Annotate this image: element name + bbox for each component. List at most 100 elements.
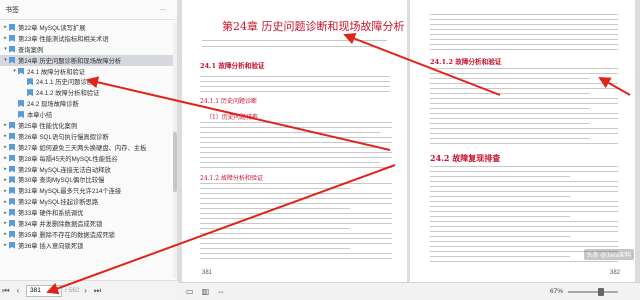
text-line — [430, 236, 570, 238]
chevron-right-icon[interactable]: ▸ — [2, 242, 9, 248]
bookmark-icon — [9, 23, 15, 31]
bookmark-label: 第24章 历史问题诊断和现场故障分析 — [18, 57, 122, 65]
text-line — [430, 216, 570, 218]
more-options-icon[interactable]: ... — [160, 5, 166, 12]
bookmark-item[interactable]: ▸ 第26章 SQL语句执行慢真假诊断 — [0, 131, 178, 142]
bookmark-icon — [9, 132, 15, 140]
text-line — [200, 132, 380, 134]
chapter-title: 第24章 历史问题诊断和现场故障分析 — [222, 20, 405, 33]
bookmark-item[interactable]: ▸ 第31章 MySQL最多只允许214个连接 — [0, 185, 178, 196]
bookmark-item[interactable]: ▸ 第28章 每隔45天的MySQL性能低谷 — [0, 153, 178, 164]
bookmark-item[interactable]: ▸ 第29章 MySQL连接无法自动释放 — [0, 164, 178, 175]
bookmark-label: 第25章 性能优化案例 — [18, 122, 78, 130]
last-page-icon[interactable]: ⏭ — [91, 286, 103, 296]
bookmark-item[interactable]: 24.1.2 故障分析和验证 — [0, 87, 178, 98]
chevron-down-icon[interactable]: ▾ — [2, 57, 9, 63]
text-line — [202, 46, 372, 48]
bookmark-label: 24.1.2 故障分析和验证 — [36, 90, 100, 98]
section-heading: 24.1.2 故障分析和验证 — [430, 58, 502, 66]
page-number-input[interactable]: 381 — [26, 284, 62, 297]
chevron-right-icon[interactable]: ▸ — [2, 231, 9, 237]
text-line — [430, 103, 618, 105]
sidebar-scroll-thumb[interactable] — [173, 132, 177, 192]
text-line — [200, 258, 392, 260]
bookmark-item[interactable]: ▸ 第36章 插入意向锁死锁 — [0, 240, 178, 251]
bookmark-item[interactable]: 24.1.1 历史问题诊断 — [0, 76, 178, 87]
single-page-icon[interactable]: ▭ — [186, 287, 194, 296]
text-line — [430, 191, 618, 193]
bookmark-item[interactable]: ▾ 第24章 历史问题诊断和现场故障分析 — [0, 54, 178, 66]
bookmark-header: 书签 ... — [0, 0, 177, 20]
bookmark-icon — [9, 176, 15, 184]
chevron-right-icon[interactable]: ▸ — [2, 155, 9, 161]
chevron-right-icon[interactable]: ▸ — [2, 35, 9, 41]
chevron-right-icon[interactable]: ▸ — [2, 24, 9, 30]
subsection-heading: 24.1.2 故障分析和验证 — [200, 175, 263, 182]
bookmark-item[interactable]: ▸ 第22章 MySQL读写扩展 — [0, 22, 178, 33]
chevron-right-icon[interactable]: ▸ — [2, 144, 9, 150]
chevron-right-icon[interactable]: ▸ — [2, 188, 9, 194]
bookmark-item[interactable]: ▸ 第23章 性能测试指标和相关术语 — [0, 33, 178, 44]
chevron-right-icon[interactable]: ▸ — [2, 199, 9, 205]
bookmark-item[interactable]: ▸ 第34章 并发删除数据造成死锁 — [0, 218, 178, 229]
page-total: / 562 — [65, 287, 80, 294]
bookmark-icon — [9, 143, 15, 151]
bookmark-icon — [9, 230, 15, 238]
chevron-down-icon[interactable]: ▾ — [11, 68, 18, 74]
bookmark-label: 第36章 插入意向锁死锁 — [18, 242, 84, 250]
document-view[interactable]: 第24章 历史问题诊断和现场故障分析 24.1 故障分析和验证 24.1.1 历… — [178, 0, 640, 282]
chevron-right-icon[interactable]: ▸ — [2, 177, 9, 183]
text-line — [430, 24, 618, 26]
text-line — [430, 88, 618, 90]
chevron-right-icon[interactable]: ▸ — [2, 220, 9, 226]
bookmark-item[interactable]: 本章小结 — [0, 109, 178, 120]
chevron-right-icon[interactable]: ▸ — [2, 166, 9, 172]
bookmark-item[interactable]: ▸ 第27章 如何避免三天两头换硬盘、内存、主板 — [0, 142, 178, 153]
bookmark-label: 第28章 每隔45天的MySQL性能低谷 — [18, 155, 118, 163]
text-line — [200, 137, 392, 139]
bookmark-label: 第27章 如何避免三天两头换硬盘、内存、主板 — [18, 144, 147, 152]
bookmark-label: 第30章 查询MySQL偶尔比较慢 — [18, 177, 105, 185]
bookmark-label: 第32章 MySQL挂起诊断思路 — [18, 199, 99, 207]
prev-page-icon[interactable]: ‹ — [12, 286, 24, 295]
bookmark-item[interactable]: ▾ 查询案例 — [0, 44, 178, 55]
bookmark-label: 第33章 硬件和系统调优 — [18, 210, 84, 218]
text-line — [430, 221, 618, 223]
bookmark-title: 书签 — [5, 6, 19, 14]
bookmark-icon — [9, 209, 15, 217]
bookmark-item[interactable]: ▸ 第30章 查询MySQL偶尔比较慢 — [0, 174, 178, 185]
next-page-icon[interactable]: › — [79, 286, 91, 295]
first-page-icon[interactable]: ⏮ — [0, 286, 12, 296]
fit-width-icon[interactable]: ⇔ — [217, 287, 225, 296]
bookmark-item[interactable]: ▸ 第33章 硬件和系统调优 — [0, 207, 178, 218]
zoom-level[interactable]: 67% — [550, 288, 563, 295]
text-line — [430, 241, 618, 243]
bookmark-item[interactable]: ▸ 第25章 性能优化案例 — [0, 120, 178, 131]
text-line — [200, 157, 392, 159]
text-line — [430, 166, 618, 168]
text-line — [200, 76, 390, 78]
text-line — [200, 127, 392, 129]
sidebar-scrollbar[interactable] — [173, 22, 177, 278]
zoom-slider[interactable] — [568, 291, 618, 293]
chevron-right-icon[interactable]: ▸ — [2, 122, 9, 128]
bookmark-item[interactable]: ▾ 24.1 故障分析和验证 — [0, 66, 178, 77]
page-number: 381 — [202, 270, 213, 276]
text-line — [200, 167, 392, 169]
chevron-right-icon[interactable]: ▸ — [2, 210, 9, 216]
zoom-slider-knob[interactable] — [598, 288, 604, 296]
bookmark-label: 查询案例 — [18, 46, 44, 54]
status-bar: ▭ ▥ ⇔ 67% — [178, 282, 640, 300]
text-line — [200, 162, 380, 164]
bookmark-item[interactable]: ▸ 第32章 MySQL挂起诊断思路 — [0, 196, 178, 207]
chevron-down-icon[interactable]: ▾ — [2, 46, 9, 52]
bookmark-item[interactable]: 24.2 现场故障诊断 — [0, 98, 178, 109]
bookmark-item[interactable]: ▸ 第35章 删除不存在的数据造成死锁 — [0, 229, 178, 240]
text-line — [430, 113, 618, 115]
two-page-icon[interactable]: ▥ — [202, 287, 210, 296]
text-line — [430, 123, 590, 125]
chevron-right-icon[interactable]: ▸ — [2, 133, 9, 139]
text-line — [430, 14, 618, 16]
text-line — [200, 233, 392, 235]
text-line — [430, 19, 618, 21]
